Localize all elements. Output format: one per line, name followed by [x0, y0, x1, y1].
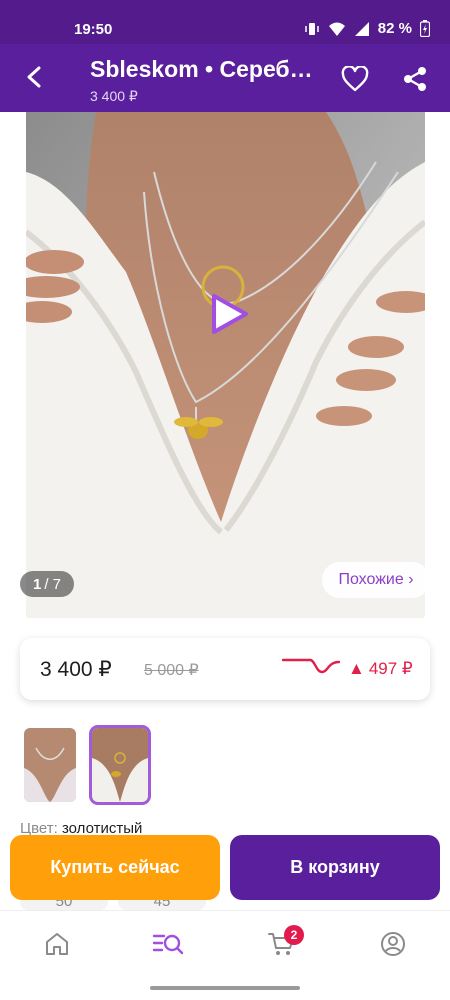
- cart-count-badge: 2: [284, 925, 304, 945]
- back-button[interactable]: [18, 60, 52, 94]
- battery-percent: 82 %: [377, 20, 412, 37]
- product-photo: [26, 112, 425, 618]
- old-price: 5 000 ₽: [144, 662, 199, 679]
- price-history-graph-icon: [282, 658, 340, 674]
- play-video-icon[interactable]: [206, 292, 250, 336]
- bottom-navigation: 2: [0, 910, 450, 980]
- status-icons: 82 %: [304, 20, 430, 37]
- buy-now-button[interactable]: Купить сейчас: [10, 835, 220, 900]
- gallery-total-pages: / 7: [44, 575, 62, 593]
- app-bar: Sbleskom • Сереб… 3 400 ₽: [0, 44, 450, 112]
- color-variants: [24, 725, 151, 805]
- signal-icon: [354, 21, 370, 37]
- variant-thumbnail-silver[interactable]: [24, 728, 76, 802]
- variant-thumbnail-gold[interactable]: [89, 725, 151, 805]
- price-change-value: 497 ₽: [368, 659, 413, 678]
- back-arrow-icon: [27, 66, 41, 88]
- share-icon: [404, 67, 426, 91]
- favorite-button[interactable]: [338, 62, 372, 96]
- current-price: 3 400 ₽: [40, 658, 112, 681]
- status-time: 19:50: [74, 21, 113, 38]
- product-title: Sbleskom • Сереб…: [90, 56, 313, 82]
- heart-icon: [341, 66, 369, 92]
- price-up-arrow-icon: ▲: [348, 659, 365, 678]
- similar-products-button[interactable]: Похожие ›: [322, 562, 430, 598]
- product-gallery[interactable]: [26, 112, 425, 618]
- battery-icon: [420, 20, 430, 37]
- gallery-current-page: 1: [32, 575, 42, 593]
- wifi-icon: [328, 21, 346, 37]
- catalog-search-icon: [152, 934, 184, 955]
- price-change: ▲ 497 ₽: [348, 659, 413, 679]
- nav-home[interactable]: [40, 927, 74, 961]
- add-to-cart-button[interactable]: В корзину: [230, 835, 440, 900]
- share-button[interactable]: [398, 62, 432, 96]
- nav-catalog-search[interactable]: [151, 927, 185, 961]
- home-icon: [46, 933, 68, 955]
- home-indicator[interactable]: [150, 986, 300, 990]
- gallery-page-counter: 1 / 7: [20, 571, 74, 597]
- status-bar: 19:50 82 %: [0, 0, 450, 44]
- nav-profile[interactable]: [376, 927, 410, 961]
- product-subtitle-price: 3 400 ₽: [90, 88, 138, 104]
- price-card[interactable]: 3 400 ₽ 5 000 ₽ ▲ 497 ₽: [20, 638, 430, 700]
- vibrate-icon: [304, 21, 320, 37]
- profile-icon: [381, 932, 405, 956]
